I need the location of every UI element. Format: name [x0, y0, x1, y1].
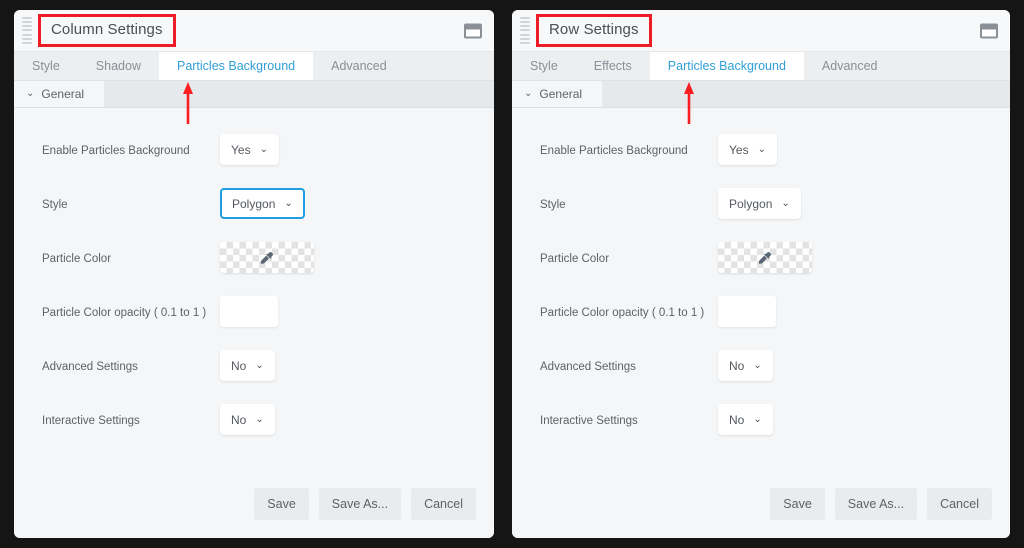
footer: Save Save As... Cancel: [14, 480, 494, 538]
style-select[interactable]: Polygon ⌄: [220, 188, 305, 219]
field-enable-particles-background: Enable Particles Background Yes ⌄: [14, 134, 494, 170]
column-settings-panel: Column Settings Style Shadow Particles B…: [14, 10, 494, 538]
screen: Column Settings Style Shadow Particles B…: [0, 0, 1024, 548]
tab-bar: Style Shadow Particles Background Advanc…: [14, 52, 494, 81]
field-interactive-settings: Interactive Settings No ⌄: [14, 404, 494, 440]
tab-bar: Style Effects Particles Background Advan…: [512, 52, 1010, 81]
chevron-down-icon: ⌄: [524, 88, 533, 99]
field-particle-color: Particle Color: [14, 242, 494, 278]
field-label: Style: [540, 199, 566, 211]
field-label: Interactive Settings: [42, 415, 140, 427]
chevron-down-icon: ⌄: [753, 414, 762, 425]
save-as-button[interactable]: Save As...: [318, 488, 402, 520]
field-particle-color-opacity: Particle Color opacity ( 0.1 to 1 ): [14, 296, 494, 332]
page-title-annotation-box: Column Settings: [38, 14, 176, 47]
save-button[interactable]: Save: [770, 488, 825, 520]
section-bar: ⌄ General: [512, 81, 1010, 108]
advanced-settings-select[interactable]: No ⌄: [718, 350, 773, 381]
select-value: Polygon: [232, 196, 276, 211]
section-general[interactable]: ⌄ General: [14, 81, 105, 107]
enable-particles-background-select[interactable]: Yes ⌄: [718, 134, 777, 165]
cancel-button[interactable]: Cancel: [927, 488, 992, 520]
save-button[interactable]: Save: [254, 488, 309, 520]
field-label: Enable Particles Background: [42, 145, 190, 157]
tab-advanced[interactable]: Advanced: [804, 52, 896, 80]
chevron-down-icon: ⌄: [757, 144, 766, 155]
save-as-button[interactable]: Save As...: [834, 488, 918, 520]
row-settings-panel: Row Settings Style Effects Particles Bac…: [512, 10, 1010, 538]
select-value: No: [729, 358, 745, 373]
section-general-label: General: [539, 87, 583, 101]
tab-shadow[interactable]: Shadow: [78, 52, 159, 80]
field-label: Particle Color: [42, 253, 112, 265]
select-value: No: [231, 358, 247, 373]
enable-particles-background-select[interactable]: Yes ⌄: [220, 134, 279, 165]
field-particle-color-opacity: Particle Color opacity ( 0.1 to 1 ): [512, 296, 1010, 332]
titlebar: Column Settings: [14, 10, 494, 52]
field-label: Style: [42, 199, 68, 211]
field-enable-particles-background: Enable Particles Background Yes ⌄: [512, 134, 1010, 170]
field-interactive-settings: Interactive Settings No ⌄: [512, 404, 1010, 440]
page-title: Row Settings: [549, 21, 639, 38]
chevron-down-icon: ⌄: [753, 360, 762, 371]
field-label: Particle Color: [540, 253, 610, 265]
field-style: Style Polygon ⌄: [14, 188, 494, 224]
select-value: Yes: [729, 142, 749, 157]
maximize-restore-icon[interactable]: [464, 23, 482, 38]
select-value: Polygon: [729, 196, 773, 211]
field-label: Enable Particles Background: [540, 145, 688, 157]
particle-color-swatch[interactable]: [220, 242, 314, 273]
select-value: Yes: [231, 142, 251, 157]
field-advanced-settings: Advanced Settings No ⌄: [14, 350, 494, 386]
field-advanced-settings: Advanced Settings No ⌄: [512, 350, 1010, 386]
field-label: Advanced Settings: [540, 361, 636, 373]
page-title: Column Settings: [51, 21, 163, 38]
chevron-down-icon: ⌄: [259, 144, 268, 155]
cancel-button[interactable]: Cancel: [411, 488, 476, 520]
interactive-settings-select[interactable]: No ⌄: [718, 404, 773, 435]
style-select[interactable]: Polygon ⌄: [718, 188, 801, 219]
chevron-down-icon: ⌄: [781, 198, 790, 209]
particle-color-opacity-input[interactable]: [718, 296, 776, 327]
tab-style[interactable]: Style: [14, 52, 78, 80]
field-label: Particle Color opacity ( 0.1 to 1 ): [42, 307, 207, 319]
maximize-restore-icon[interactable]: [980, 23, 998, 38]
field-style: Style Polygon ⌄: [512, 188, 1010, 224]
titlebar: Row Settings: [512, 10, 1010, 52]
footer: Save Save As... Cancel: [512, 480, 1010, 538]
eyedropper-icon: [260, 251, 273, 264]
tab-particles-background[interactable]: Particles Background: [158, 52, 314, 80]
eyedropper-icon: [758, 251, 771, 264]
field-label: Advanced Settings: [42, 361, 138, 373]
particle-color-swatch[interactable]: [718, 242, 812, 273]
section-general[interactable]: ⌄ General: [512, 81, 603, 107]
settings-form: Enable Particles Background Yes ⌄ Style …: [512, 108, 1010, 480]
chevron-down-icon: ⌄: [255, 414, 264, 425]
particle-color-opacity-input[interactable]: [220, 296, 278, 327]
interactive-settings-select[interactable]: No ⌄: [220, 404, 275, 435]
select-value: No: [231, 412, 247, 427]
field-label: Interactive Settings: [540, 415, 638, 427]
section-bar: ⌄ General: [14, 81, 494, 108]
select-value: No: [729, 412, 745, 427]
section-general-label: General: [41, 87, 85, 101]
tab-style[interactable]: Style: [512, 52, 576, 80]
advanced-settings-select[interactable]: No ⌄: [220, 350, 275, 381]
grip-icon[interactable]: [520, 16, 530, 45]
page-title-annotation-box: Row Settings: [536, 14, 652, 47]
grip-icon[interactable]: [22, 16, 32, 45]
tab-advanced[interactable]: Advanced: [313, 52, 405, 80]
field-label: Particle Color opacity ( 0.1 to 1 ): [540, 307, 705, 319]
tab-particles-background[interactable]: Particles Background: [649, 52, 804, 80]
chevron-down-icon: ⌄: [26, 88, 35, 99]
tab-effects[interactable]: Effects: [576, 52, 650, 80]
field-particle-color: Particle Color: [512, 242, 1010, 278]
chevron-down-icon: ⌄: [255, 360, 264, 371]
chevron-down-icon: ⌄: [284, 198, 293, 209]
settings-form: Enable Particles Background Yes ⌄ Style …: [14, 108, 494, 480]
